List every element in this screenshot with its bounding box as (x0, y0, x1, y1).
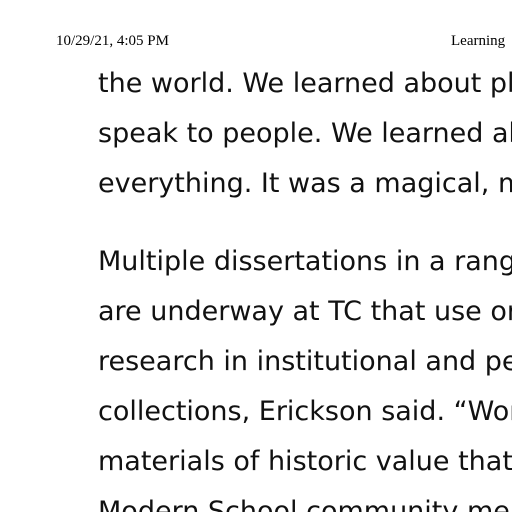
print-datetime: 10/29/21, 4:05 PM (56, 33, 169, 49)
print-page-title: Learning (451, 33, 506, 49)
text-line: materials of historic value that a (98, 446, 512, 477)
paragraph: the world. We learned about pla speak to… (98, 59, 512, 209)
text-line: everything. It was a magical, ma (98, 168, 512, 199)
paragraph: Multiple dissertations in a range are un… (98, 237, 512, 512)
text-line: research in institutional and per (98, 346, 512, 377)
text-line: collections, Erickson said. “Work (98, 396, 512, 427)
print-header: 10/29/21, 4:05 PM Learning (0, 31, 512, 51)
text-line: Modern School community mem (98, 496, 512, 512)
text-line: the world. We learned about pla (98, 68, 512, 99)
text-line: speak to people. We learned ab (98, 118, 512, 149)
article-body: the world. We learned about pla speak to… (98, 59, 512, 512)
text-line: are underway at TC that use ora (98, 296, 512, 327)
text-line: Multiple dissertations in a range (98, 246, 512, 277)
